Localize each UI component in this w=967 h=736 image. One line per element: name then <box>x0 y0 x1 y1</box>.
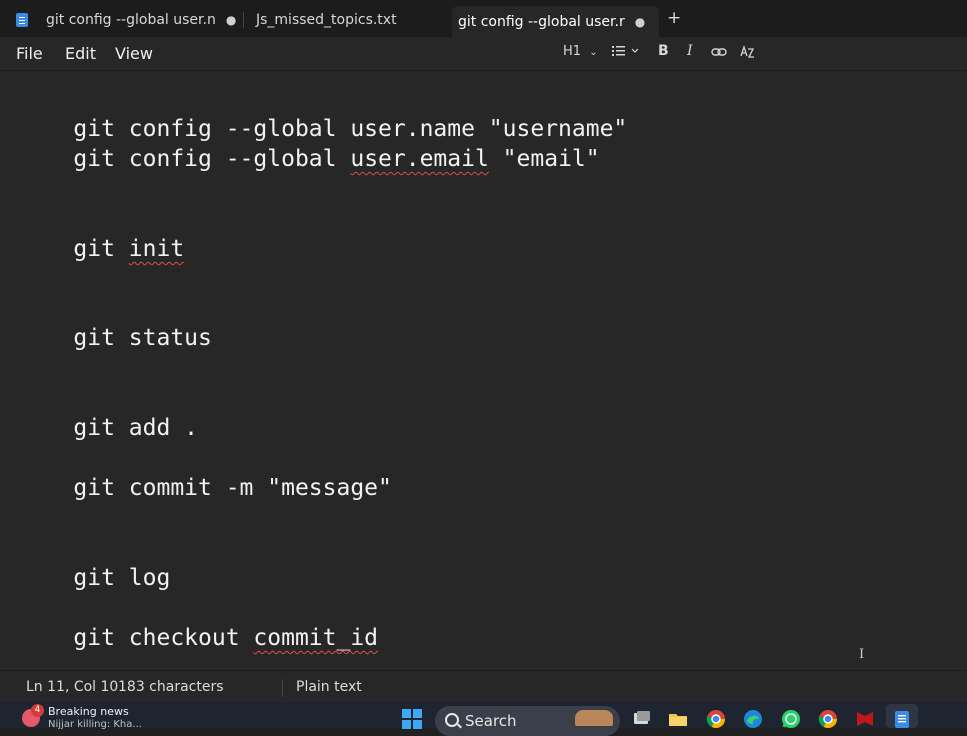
unsaved-dot-icon[interactable]: ● <box>226 13 236 27</box>
whatsapp-icon[interactable] <box>781 709 801 729</box>
task-view-icon[interactable] <box>632 709 652 729</box>
tab-label: git config --global user.n <box>46 12 216 28</box>
text-cursor-icon: I <box>859 647 865 662</box>
character-count: 183 characters <box>118 679 224 695</box>
line-text: git commit -m "message" <box>73 475 392 501</box>
line-text: git status <box>73 325 212 351</box>
italic-icon[interactable]: I <box>687 43 693 59</box>
news-title[interactable]: Breaking news <box>48 705 129 718</box>
tab-git-config-active[interactable]: git config --global user.r ● <box>452 6 659 37</box>
chrome-profile-icon[interactable] <box>818 709 838 729</box>
line-text: git log <box>73 565 171 591</box>
tab-label: git config --global user.r <box>458 13 625 30</box>
new-tab-button[interactable]: + <box>667 8 681 28</box>
edge-icon[interactable] <box>743 709 763 729</box>
search-icon <box>445 713 459 727</box>
menu-bar: File Edit View H1 ⌄ B I <box>0 37 967 71</box>
heading-dropdown[interactable]: H1 ⌄ <box>563 44 598 59</box>
tab-label: Js_missed_topics.txt <box>256 12 397 28</box>
line-text: git add . <box>73 415 199 441</box>
editor-line: git commit -m "message" <box>18 443 392 533</box>
line-text: git config --global <box>73 146 351 172</box>
misspelled-word: init <box>128 236 185 262</box>
line-text: "email" <box>488 146 600 172</box>
chrome-icon[interactable] <box>706 709 726 729</box>
menu-edit[interactable]: Edit <box>65 44 96 63</box>
misspelled-word: user.email <box>350 146 489 172</box>
unsaved-dot-icon[interactable]: ● <box>635 15 645 29</box>
tab-git-config-1[interactable]: git config --global user.n ● <box>10 6 242 34</box>
search-highlight-icon <box>575 710 613 726</box>
notepad-taskbar-button[interactable] <box>886 704 918 728</box>
editor-line: git status <box>18 293 212 383</box>
taskbar-search[interactable]: Search <box>435 706 620 736</box>
file-explorer-icon[interactable] <box>668 709 688 729</box>
mcafee-icon[interactable] <box>855 709 875 729</box>
text-format[interactable]: Plain text <box>296 679 362 695</box>
status-bar: Ln 11, Col 10 183 characters Plain text <box>0 670 967 703</box>
clear-formatting-icon[interactable] <box>739 44 755 60</box>
line-text: git checkout <box>73 625 254 651</box>
status-divider <box>282 679 283 697</box>
windows-start-icon[interactable] <box>402 709 422 729</box>
list-icon <box>612 46 639 56</box>
list-dropdown[interactable] <box>612 43 640 59</box>
editor-line: git config --global user.email "email" <box>18 114 600 204</box>
menu-file[interactable]: File <box>16 44 43 63</box>
news-badge: 4 <box>31 704 44 717</box>
cursor-position: Ln 11, Col 10 <box>26 679 119 695</box>
line-text: git <box>73 236 129 262</box>
text-editor[interactable]: git config --global user.name "username"… <box>0 71 967 670</box>
misspelled-word: commit_id <box>253 625 379 651</box>
tab-js-missed-topics[interactable]: Js_missed_topics.txt <box>256 6 446 34</box>
taskbar: 4 Breaking news Nijjar killing: Kha... S… <box>0 702 967 736</box>
heading-label: H1 <box>563 44 582 59</box>
notepad-app-icon <box>895 711 909 728</box>
bold-icon[interactable]: B <box>658 43 669 59</box>
chevron-down-icon: ⌄ <box>589 47 598 58</box>
editor-line: git init <box>18 204 184 294</box>
tab-divider <box>243 12 244 28</box>
link-icon[interactable] <box>711 46 727 58</box>
search-label: Search <box>465 712 517 730</box>
menu-view[interactable]: View <box>115 44 153 63</box>
news-subtitle[interactable]: Nijjar killing: Kha... <box>48 719 142 730</box>
notepad-icon <box>16 13 28 27</box>
tab-strip: git config --global user.n ● Js_missed_t… <box>0 0 967 37</box>
